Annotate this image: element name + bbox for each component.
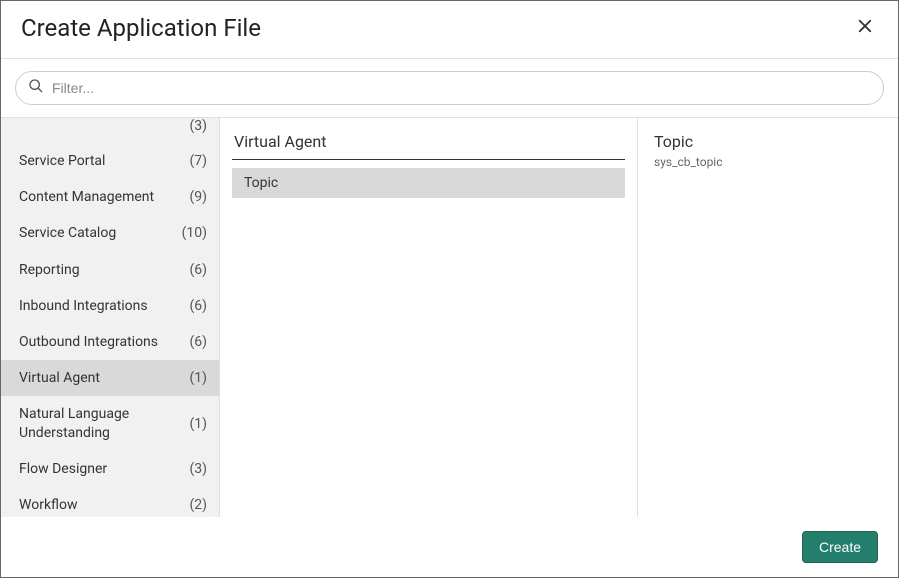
details-subtitle: sys_cb_topic <box>654 155 882 169</box>
filter-input[interactable] <box>52 80 871 96</box>
dialog-footer: Create <box>1 517 898 577</box>
sidebar-item-count: (7) <box>189 153 207 169</box>
file-type-item[interactable]: Topic <box>232 168 625 198</box>
search-icon <box>28 78 44 98</box>
close-icon <box>856 17 874 38</box>
sidebar-item-label: Service Portal <box>19 152 189 170</box>
sidebar-item-label: Natural Language Understanding <box>19 405 189 441</box>
content-area: (3)Service Portal(7)Content Management(9… <box>1 117 898 517</box>
sidebar-item[interactable]: (3) <box>1 118 219 143</box>
sidebar-item[interactable]: Natural Language Understanding(1) <box>1 396 219 450</box>
sidebar-item[interactable]: Service Catalog(10) <box>1 215 219 251</box>
sidebar-item[interactable]: Service Portal(7) <box>1 143 219 179</box>
sidebar-item-label: Workflow <box>19 496 189 514</box>
sidebar-item-count: (3) <box>189 461 207 477</box>
details-panel: Topic sys_cb_topic <box>638 118 898 517</box>
sidebar-item-count: (9) <box>189 189 207 205</box>
sidebar-item[interactable]: Outbound Integrations(6) <box>1 324 219 360</box>
sidebar-item-label: Flow Designer <box>19 460 189 478</box>
create-button[interactable]: Create <box>802 531 878 563</box>
sidebar-item-count: (6) <box>189 334 207 350</box>
sidebar-item-label: Reporting <box>19 261 189 279</box>
create-application-file-dialog: Create Application File (3) Service Porta… <box>1 1 898 577</box>
sidebar-item[interactable]: Inbound Integrations(6) <box>1 288 219 324</box>
sidebar-item-count: (6) <box>189 262 207 278</box>
file-type-panel-title: Virtual Agent <box>232 132 625 160</box>
close-button[interactable] <box>852 13 878 42</box>
sidebar-item-count: (1) <box>189 416 207 432</box>
sidebar-item-label: Virtual Agent <box>19 369 189 387</box>
category-sidebar[interactable]: (3)Service Portal(7)Content Management(9… <box>1 118 220 517</box>
sidebar-item[interactable]: Virtual Agent(1) <box>1 360 219 396</box>
dialog-header: Create Application File <box>1 1 898 59</box>
sidebar-item[interactable]: Flow Designer(3) <box>1 451 219 487</box>
sidebar-item-label: Service Catalog <box>19 224 182 242</box>
file-type-panel: Virtual Agent Topic <box>220 118 638 517</box>
sidebar-item-label: Content Management <box>19 188 189 206</box>
sidebar-item-count: (6) <box>189 298 207 314</box>
sidebar-item-count: (1) <box>189 370 207 386</box>
filter-wrapper[interactable] <box>15 71 884 105</box>
sidebar-item-count: (3) <box>189 118 207 134</box>
sidebar-item-label: Outbound Integrations <box>19 333 189 351</box>
filter-bar <box>1 59 898 117</box>
sidebar-item[interactable]: Workflow(2) <box>1 487 219 517</box>
details-title: Topic <box>654 132 882 151</box>
dialog-title: Create Application File <box>21 14 261 42</box>
sidebar-item-label: Inbound Integrations <box>19 297 189 315</box>
sidebar-item[interactable]: Content Management(9) <box>1 179 219 215</box>
sidebar-item-count: (2) <box>189 497 207 513</box>
sidebar-item[interactable]: Reporting(6) <box>1 252 219 288</box>
file-type-list: Topic <box>232 168 625 198</box>
sidebar-item-count: (10) <box>182 225 207 241</box>
